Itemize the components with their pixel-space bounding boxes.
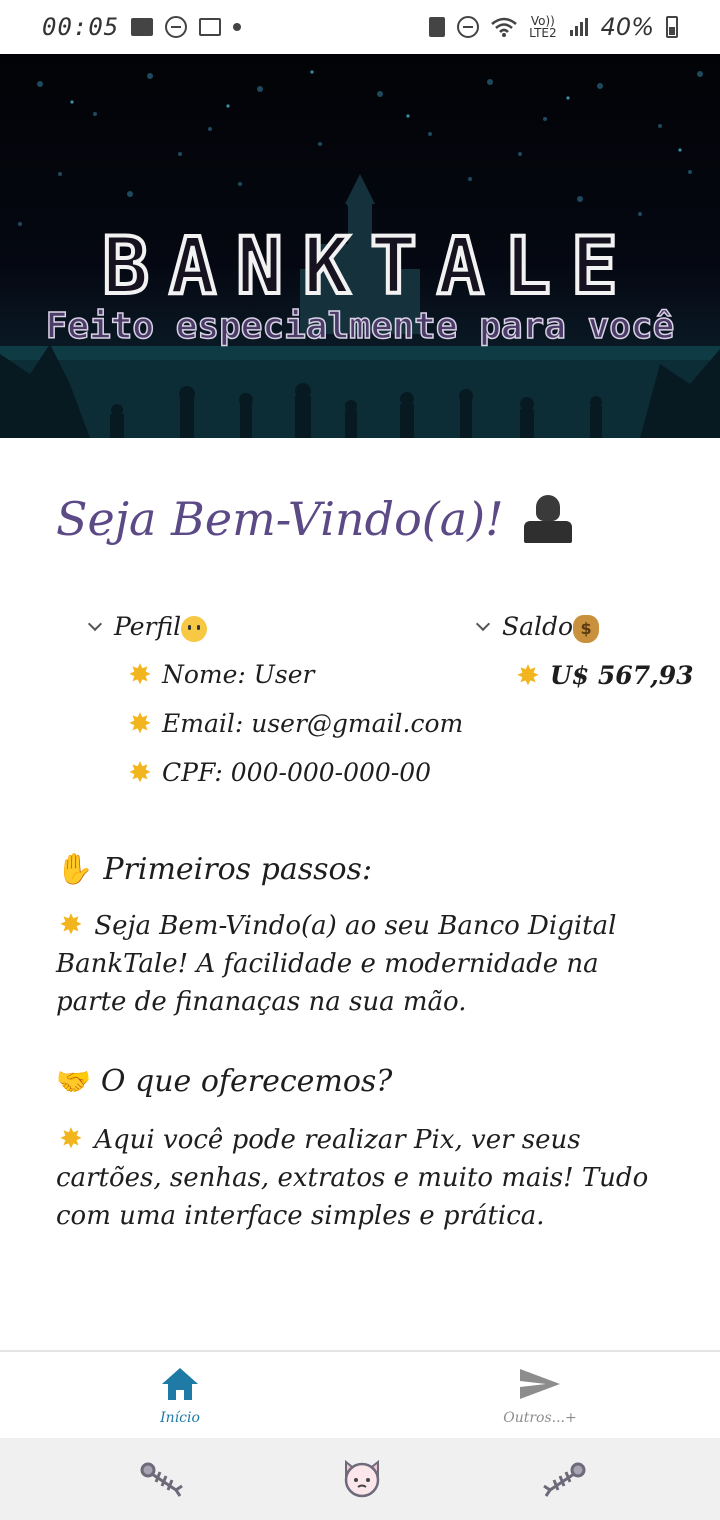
sparkle-star-icon: ✸	[128, 706, 152, 740]
welcome-title: Seja Bem-Vindo(a)!	[56, 492, 504, 546]
sparkle-star-icon: ✸	[59, 908, 83, 941]
profile-toggle[interactable]: Perfil	[87, 612, 463, 642]
banktale-banner: BANKTALE Feito especialmente para você	[0, 54, 720, 438]
network-type: Vo)) LTE2	[529, 14, 557, 40]
bottom-tab-bar: Início Outros...+	[0, 1350, 720, 1438]
waving-hand-icon: ✋	[56, 852, 94, 887]
tab-inicio-label: Início	[160, 1410, 200, 1426]
tab-inicio[interactable]: Início	[100, 1366, 260, 1426]
media-icon	[199, 18, 222, 36]
chevron-down-icon	[475, 617, 491, 632]
chevron-down-icon	[87, 616, 103, 631]
balance-toggle[interactable]: Saldo	[475, 612, 694, 643]
status-left: 00:05	[42, 13, 242, 41]
system-nav-bar	[0, 1438, 720, 1520]
alarm-icon	[457, 16, 480, 38]
first-steps-text: ✸ Seja Bem-Vindo(a) ao seu Banco Digital…	[56, 908, 617, 1017]
profile-section: Perfil ✸ Nome: User ✸ Email: user@gmail.…	[87, 612, 463, 789]
cat-face-home-icon[interactable]	[342, 1458, 382, 1498]
first-steps-heading: ✋ Primeiros passos:	[56, 852, 373, 887]
no-mouth-face-icon	[181, 615, 208, 642]
welcome-heading: Seja Bem-Vindo(a)!	[56, 492, 576, 546]
profile-item-cpf: ✸ CPF: 000-000-000-00	[90, 756, 463, 789]
balance-value: U$ 567,93	[550, 660, 694, 690]
battery-saver-icon	[429, 17, 446, 37]
person-silhouette-icon	[520, 493, 576, 545]
status-right: Vo)) LTE2 40%	[429, 13, 678, 41]
tab-outros-label: Outros...+	[503, 1410, 577, 1426]
battery-percent: 40%	[600, 13, 654, 41]
do-not-disturb-icon	[165, 16, 188, 38]
signal-icon	[569, 18, 588, 36]
sparkle-star-icon: ✸	[516, 658, 540, 692]
profile-item-name: ✸ Nome: User	[90, 658, 463, 691]
notification-dot-icon	[233, 23, 242, 31]
sparkle-star-icon: ✸	[128, 755, 152, 789]
battery-icon	[666, 16, 678, 38]
home-icon	[162, 1368, 198, 1400]
fishbone-recent-icon[interactable]	[542, 1458, 586, 1498]
balance-value-row: ✸ U$ 567,93	[478, 658, 694, 692]
wifi-icon	[491, 17, 517, 37]
balance-label: Saldo	[502, 612, 600, 643]
handshake-icon: 🤝	[56, 1065, 91, 1098]
gallery-icon	[131, 18, 154, 36]
banner-subtitle: Feito especialmente para você	[45, 305, 675, 348]
money-bag-icon	[573, 614, 600, 643]
status-bar: 00:05 Vo)) LTE2 40%	[0, 0, 720, 54]
balance-section: Saldo ✸ U$ 567,93	[475, 612, 694, 692]
offer-heading: 🤝 O que oferecemos?	[56, 1064, 393, 1099]
sparkle-star-icon: ✸	[59, 1122, 83, 1155]
send-icon	[520, 1369, 560, 1399]
profile-item-email: ✸ Email: user@gmail.com	[90, 707, 463, 740]
tab-outros[interactable]: Outros...+	[460, 1366, 620, 1426]
status-clock: 00:05	[42, 13, 120, 41]
banner-title: BANKTALE	[100, 220, 638, 314]
sparkle-star-icon: ✸	[128, 657, 152, 691]
fishbone-back-icon[interactable]	[140, 1458, 184, 1498]
profile-label: Perfil	[114, 612, 208, 642]
offer-text: ✸ Aqui você pode realizar Pix, ver seus …	[56, 1122, 649, 1231]
